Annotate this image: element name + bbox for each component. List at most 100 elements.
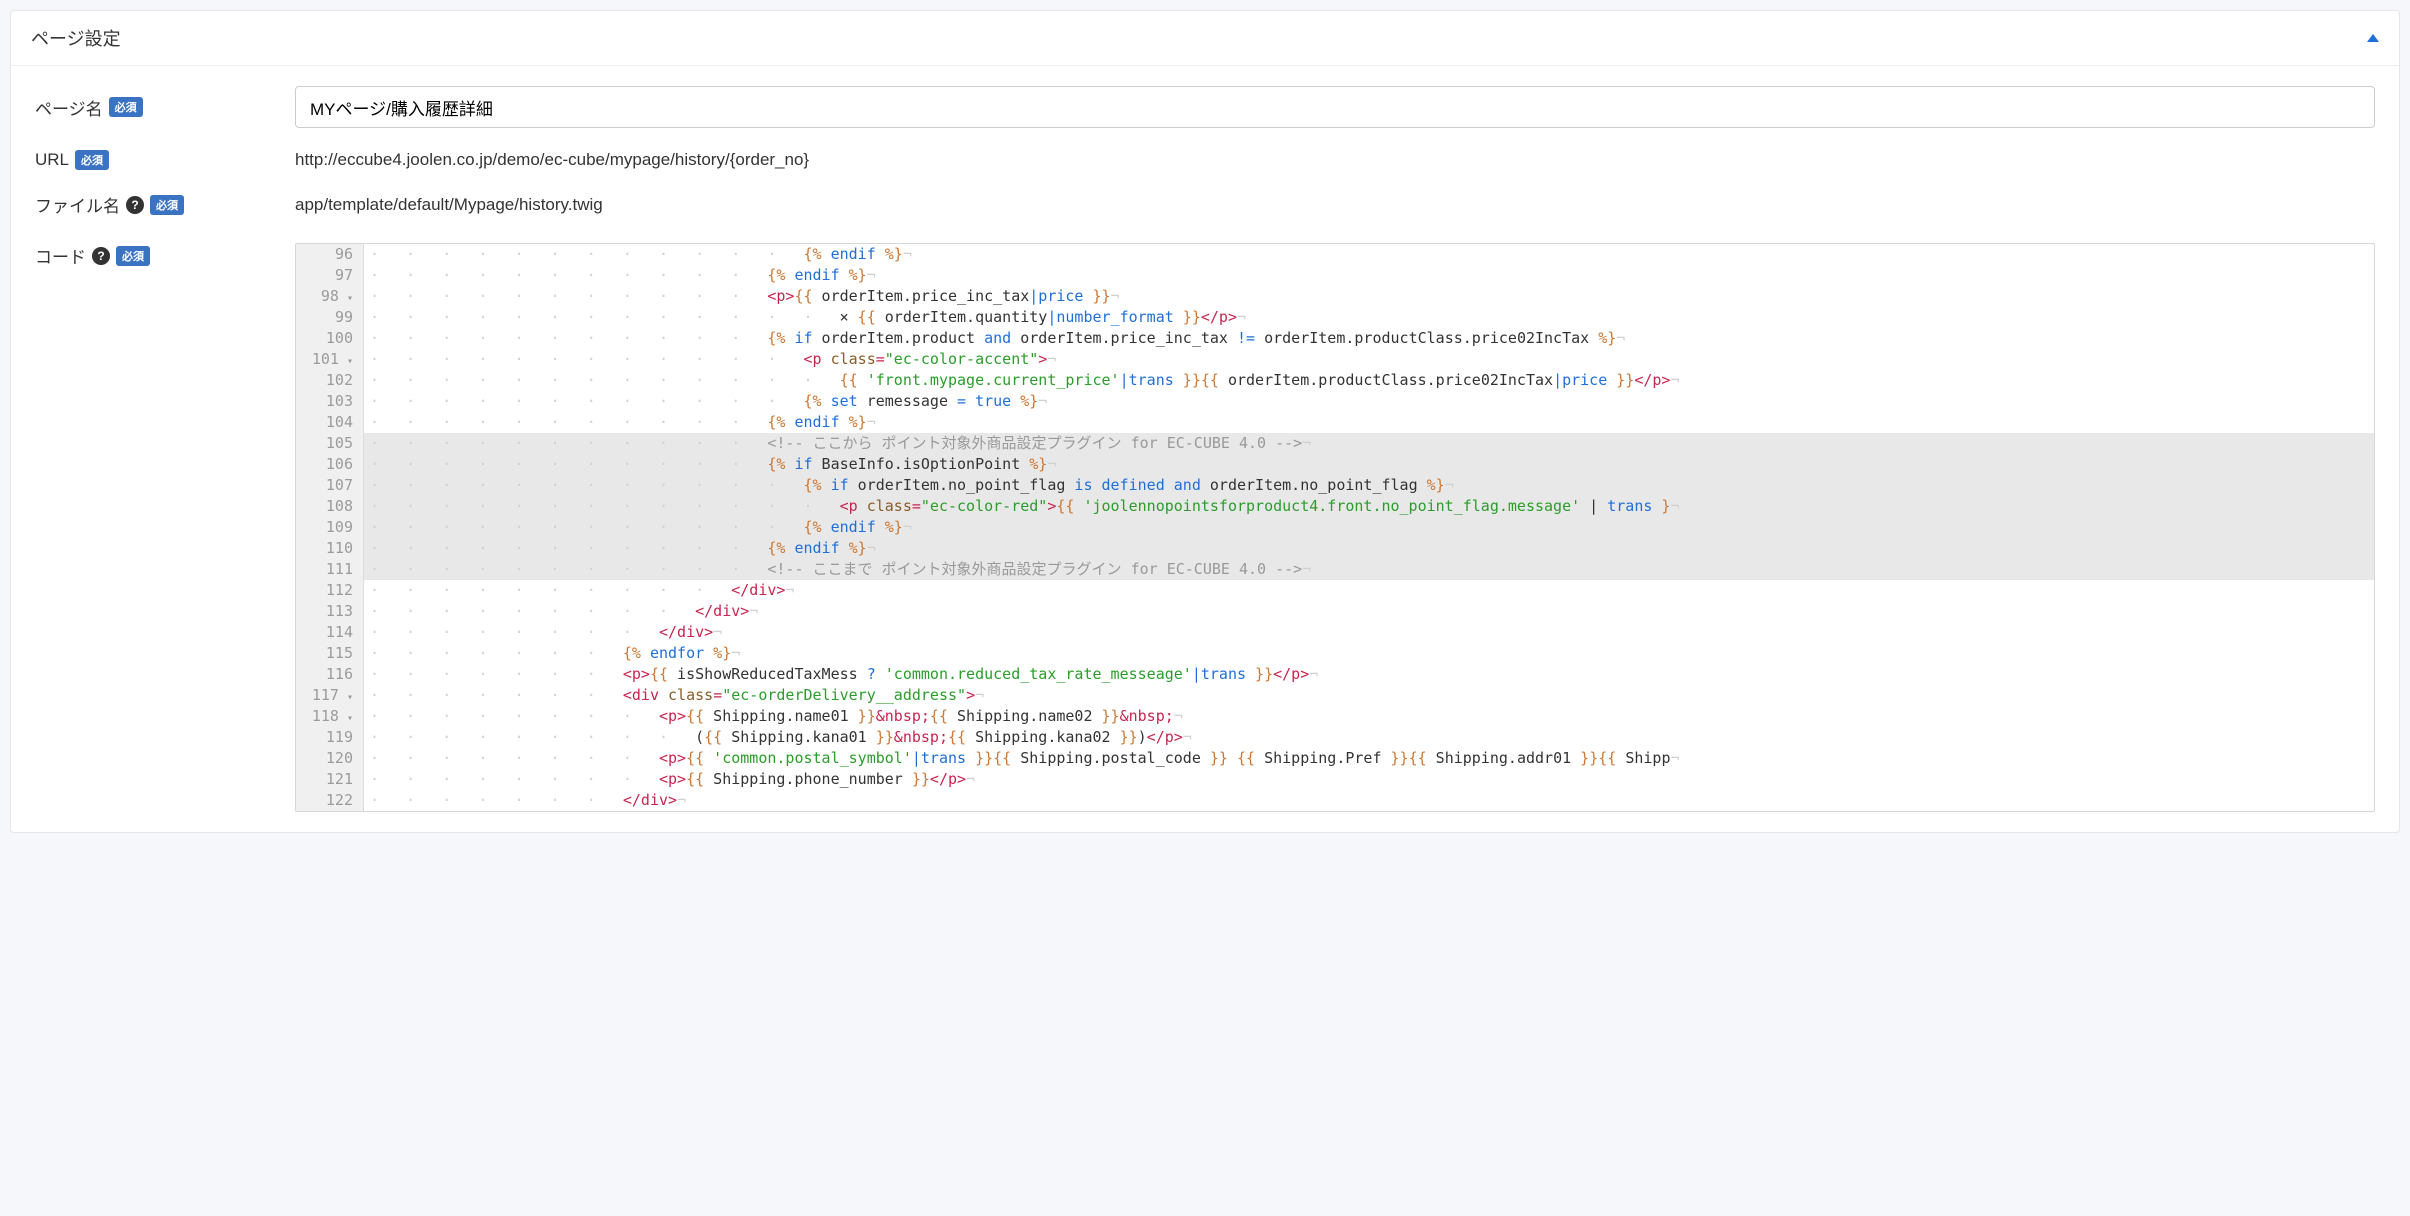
line-number: 104	[296, 412, 364, 433]
line-number: 96	[296, 244, 364, 265]
code-line[interactable]: 114· · · · · · · · </div>¬	[296, 622, 2374, 643]
code-line[interactable]: 112· · · · · · · · · · </div>¬	[296, 580, 2374, 601]
line-number: 109	[296, 517, 364, 538]
code-content[interactable]: · · · · · · · · · · · {% if BaseInfo.isO…	[364, 454, 2374, 475]
help-icon[interactable]: ?	[126, 196, 144, 214]
label-page-name: ページ名	[35, 95, 103, 120]
label-file-name: ファイル名	[35, 192, 120, 217]
card-header[interactable]: ページ設定	[11, 11, 2399, 66]
code-content[interactable]: · · · · · · · · · · · {% endif %}¬	[364, 538, 2374, 559]
line-number: 110	[296, 538, 364, 559]
line-number: 99	[296, 307, 364, 328]
line-number: 102	[296, 370, 364, 391]
code-content[interactable]: · · · · · · · · · · · <!-- ここから ポイント対象外商…	[364, 433, 2374, 454]
required-badge: 必須	[75, 150, 109, 170]
code-content[interactable]: · · · · · · · · · · · · {% if orderItem.…	[364, 475, 2374, 496]
line-number: 118 ▾	[296, 706, 364, 727]
line-number: 122	[296, 790, 364, 811]
card-title: ページ設定	[31, 25, 121, 51]
page-name-input[interactable]	[295, 86, 2375, 128]
code-content[interactable]: · · · · · · · · · · · · · {{ 'front.mypa…	[364, 370, 2374, 391]
required-badge: 必須	[116, 246, 150, 266]
line-number: 116	[296, 664, 364, 685]
line-number: 100	[296, 328, 364, 349]
code-content[interactable]: · · · · · · · · · · · {% endif %}¬	[364, 412, 2374, 433]
code-content[interactable]: · · · · · · · {% endfor %}¬	[364, 643, 2374, 664]
code-content[interactable]: · · · · · · · · <p>{{ 'common.postal_sym…	[364, 748, 2374, 769]
code-content[interactable]: · · · · · · · · · · · <p>{{ orderItem.pr…	[364, 286, 2374, 307]
code-line[interactable]: 105· · · · · · · · · · · <!-- ここから ポイント対…	[296, 433, 2374, 454]
line-number: 106	[296, 454, 364, 475]
code-line[interactable]: 118 ▾· · · · · · · · <p>{{ Shipping.name…	[296, 706, 2374, 727]
code-line[interactable]: 98 ▾· · · · · · · · · · · <p>{{ orderIte…	[296, 286, 2374, 307]
required-badge: 必須	[150, 195, 184, 215]
code-content[interactable]: · · · · · · · · · · · · {% endif %}¬	[364, 517, 2374, 538]
code-line[interactable]: 106· · · · · · · · · · · {% if BaseInfo.…	[296, 454, 2374, 475]
code-content[interactable]: · · · · · · · · · · · · · × {{ orderItem…	[364, 307, 2374, 328]
code-line[interactable]: 96· · · · · · · · · · · · {% endif %}¬	[296, 244, 2374, 265]
file-name-value: app/template/default/Mypage/history.twig	[295, 195, 603, 214]
fold-icon[interactable]: ▾	[341, 356, 353, 367]
line-number: 97	[296, 265, 364, 286]
code-line[interactable]: 101 ▾· · · · · · · · · · · · <p class="e…	[296, 349, 2374, 370]
code-line[interactable]: 99· · · · · · · · · · · · · × {{ orderIt…	[296, 307, 2374, 328]
code-line[interactable]: 119· · · · · · · · · ({{ Shipping.kana01…	[296, 727, 2374, 748]
line-number: 111	[296, 559, 364, 580]
code-content[interactable]: · · · · · · · <p>{{ isShowReducedTaxMess…	[364, 664, 2374, 685]
code-content[interactable]: · · · · · · · · · · · {% if orderItem.pr…	[364, 328, 2374, 349]
code-line[interactable]: 113· · · · · · · · · </div>¬	[296, 601, 2374, 622]
label-url: URL	[35, 150, 69, 170]
code-line[interactable]: 116· · · · · · · <p>{{ isShowReducedTaxM…	[296, 664, 2374, 685]
code-content[interactable]: · · · · · · · · · · · · <p class="ec-col…	[364, 349, 2374, 370]
help-icon[interactable]: ?	[92, 247, 110, 265]
code-line[interactable]: 110· · · · · · · · · · · {% endif %}¬	[296, 538, 2374, 559]
code-line[interactable]: 102· · · · · · · · · · · · · {{ 'front.m…	[296, 370, 2374, 391]
code-content[interactable]: · · · · · · · · <p>{{ Shipping.name01 }}…	[364, 706, 2374, 727]
code-line[interactable]: 97· · · · · · · · · · · {% endif %}¬	[296, 265, 2374, 286]
code-content[interactable]: · · · · · · · <div class="ec-orderDelive…	[364, 685, 2374, 706]
code-content[interactable]: · · · · · · · · · · · · · <p class="ec-c…	[364, 496, 2374, 517]
code-line[interactable]: 121· · · · · · · · <p>{{ Shipping.phone_…	[296, 769, 2374, 790]
collapse-icon[interactable]	[2367, 34, 2379, 42]
line-number: 112	[296, 580, 364, 601]
code-content[interactable]: · · · · · · · · · ({{ Shipping.kana01 }}…	[364, 727, 2374, 748]
code-line[interactable]: 120· · · · · · · · <p>{{ 'common.postal_…	[296, 748, 2374, 769]
code-content[interactable]: · · · · · · · · · · · <!-- ここまで ポイント対象外商…	[364, 559, 2374, 580]
code-line[interactable]: 115· · · · · · · {% endfor %}¬	[296, 643, 2374, 664]
code-content[interactable]: · · · · · · · · · · · · {% set remessage…	[364, 391, 2374, 412]
code-content[interactable]: · · · · · · · · · · · {% endif %}¬	[364, 265, 2374, 286]
code-line[interactable]: 108· · · · · · · · · · · · · <p class="e…	[296, 496, 2374, 517]
code-content[interactable]: · · · · · · · · <p>{{ Shipping.phone_num…	[364, 769, 2374, 790]
label-code: コード	[35, 243, 86, 268]
line-number: 108	[296, 496, 364, 517]
row-code: コード ? 必須 96· · · · · · · · · · · · {% en…	[35, 239, 2375, 812]
code-editor[interactable]: 96· · · · · · · · · · · · {% endif %}¬97…	[295, 243, 2375, 812]
url-value: http://eccube4.joolen.co.jp/demo/ec-cube…	[295, 150, 809, 169]
code-line[interactable]: 107· · · · · · · · · · · · {% if orderIt…	[296, 475, 2374, 496]
code-line[interactable]: 111· · · · · · · · · · · <!-- ここまで ポイント対…	[296, 559, 2374, 580]
line-number: 107	[296, 475, 364, 496]
fold-icon[interactable]: ▾	[341, 293, 353, 304]
line-number: 119	[296, 727, 364, 748]
code-content[interactable]: · · · · · · · · · · · · {% endif %}¬	[364, 244, 2374, 265]
line-number: 105	[296, 433, 364, 454]
page-settings-card: ページ設定 ページ名 必須 URL 必須 http://eccube4.jool…	[10, 10, 2400, 833]
code-line[interactable]: 122· · · · · · · </div>¬	[296, 790, 2374, 811]
code-line[interactable]: 100· · · · · · · · · · · {% if orderItem…	[296, 328, 2374, 349]
fold-icon[interactable]: ▾	[341, 713, 353, 724]
code-content[interactable]: · · · · · · · · · · </div>¬	[364, 580, 2374, 601]
code-content[interactable]: · · · · · · · · · </div>¬	[364, 601, 2374, 622]
line-number: 101 ▾	[296, 349, 364, 370]
code-content[interactable]: · · · · · · · · </div>¬	[364, 622, 2374, 643]
row-file-name: ファイル名 ? 必須 app/template/default/Mypage/h…	[35, 192, 2375, 217]
code-line[interactable]: 104· · · · · · · · · · · {% endif %}¬	[296, 412, 2374, 433]
line-number: 103	[296, 391, 364, 412]
code-line[interactable]: 103· · · · · · · · · · · · {% set remess…	[296, 391, 2374, 412]
line-number: 114	[296, 622, 364, 643]
code-content[interactable]: · · · · · · · </div>¬	[364, 790, 2374, 811]
line-number: 113	[296, 601, 364, 622]
code-line[interactable]: 109· · · · · · · · · · · · {% endif %}¬	[296, 517, 2374, 538]
row-page-name: ページ名 必須	[35, 86, 2375, 128]
code-line[interactable]: 117 ▾· · · · · · · <div class="ec-orderD…	[296, 685, 2374, 706]
fold-icon[interactable]: ▾	[341, 692, 353, 703]
